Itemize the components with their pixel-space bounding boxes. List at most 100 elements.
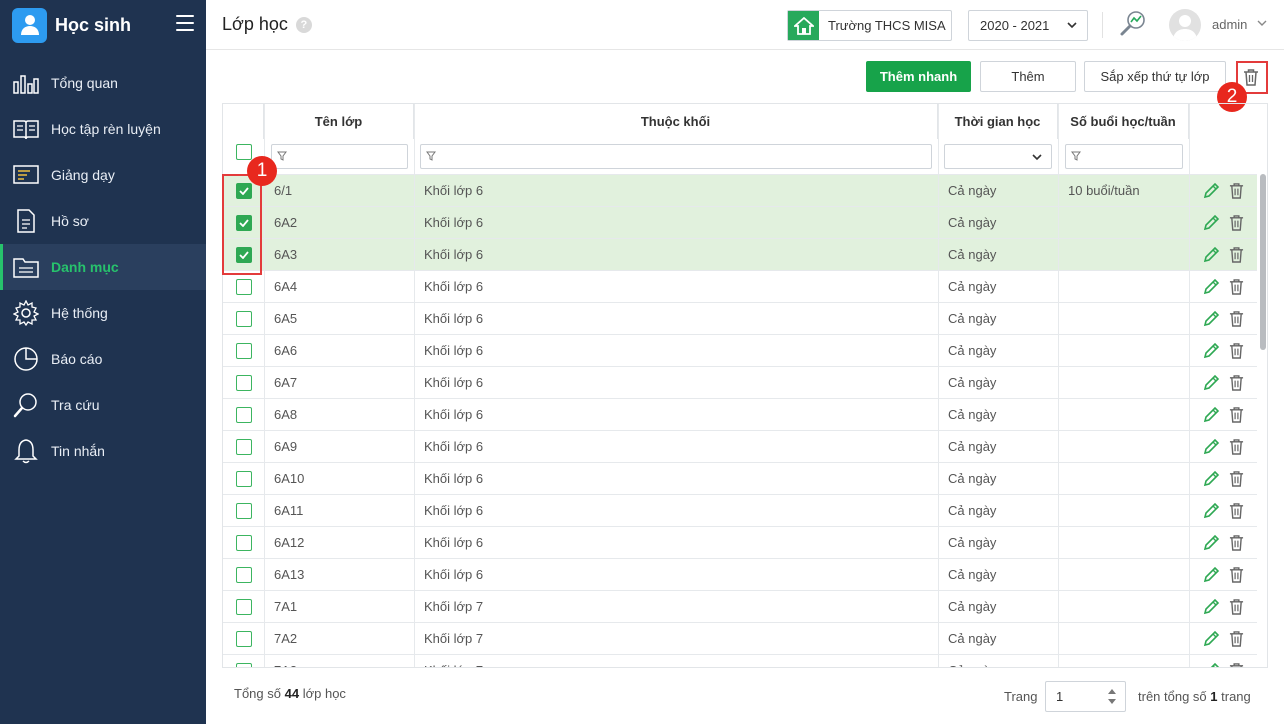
table-row[interactable]: 7A1 Khối lớp 7 Cả ngày [223,590,1257,622]
sidebar-item-2[interactable]: Giảng dạy [0,152,206,198]
table-scrollbar[interactable] [1258,174,1267,667]
trash-icon[interactable] [1229,239,1244,270]
row-checkbox[interactable] [236,438,252,455]
row-checkbox[interactable] [236,470,252,487]
sidebar-item-4[interactable]: Danh mục [0,244,206,290]
row-checkbox[interactable] [236,502,252,519]
trash-icon[interactable] [1229,335,1244,366]
trash-icon[interactable] [1229,271,1244,302]
sort-classes-button[interactable]: Sắp xếp thứ tự lớp [1084,61,1226,92]
table-row[interactable]: 7A3 Khối lớp 7 Cả ngày [223,654,1257,667]
table-row[interactable]: 6A13 Khối lớp 6 Cả ngày [223,558,1257,590]
row-checkbox[interactable] [236,662,252,667]
edit-icon[interactable] [1202,207,1220,238]
trash-icon[interactable] [1229,591,1244,622]
page-number-input[interactable]: 1 [1045,681,1126,712]
chevron-down-icon[interactable] [1256,17,1268,29]
trash-icon[interactable] [1229,431,1244,462]
add-button[interactable]: Thêm [980,61,1076,92]
row-checkbox[interactable] [236,534,252,551]
edit-icon[interactable] [1202,431,1220,462]
select-all-checkbox[interactable] [236,144,252,160]
table-row[interactable]: 6A3 Khối lớp 6 Cả ngày [223,238,1257,270]
scrollbar-thumb[interactable] [1260,174,1266,350]
caret-up-icon[interactable] [1107,688,1117,695]
table-row[interactable]: 6A6 Khối lớp 6 Cả ngày [223,334,1257,366]
row-checkbox[interactable] [236,598,252,615]
menu-toggle-icon[interactable] [176,15,194,31]
edit-icon[interactable] [1202,623,1220,654]
trash-icon[interactable] [1229,623,1244,654]
edit-icon[interactable] [1202,303,1220,334]
table-row[interactable]: 7A2 Khối lớp 7 Cả ngày [223,622,1257,654]
row-checkbox[interactable] [236,374,252,391]
avatar[interactable] [1169,9,1201,41]
table-row[interactable]: 6A9 Khối lớp 6 Cả ngày [223,430,1257,462]
filter-sessions-input[interactable] [1065,144,1183,169]
trash-icon[interactable] [1229,207,1244,238]
trash-icon[interactable] [1229,559,1244,590]
row-checkbox[interactable] [236,406,252,423]
sidebar-item-8[interactable]: Tin nhắn [0,428,206,474]
filter-name-input[interactable] [271,144,408,169]
trash-icon[interactable] [1229,655,1244,667]
trash-icon[interactable] [1229,367,1244,398]
table-row[interactable]: 6A8 Khối lớp 6 Cả ngày [223,398,1257,430]
trash-icon[interactable] [1229,463,1244,494]
trash-icon[interactable] [1229,527,1244,558]
table-row[interactable]: 6A5 Khối lớp 6 Cả ngày [223,302,1257,334]
row-checkbox[interactable] [236,566,252,583]
row-checkbox[interactable] [236,342,252,359]
column-header-grade[interactable]: Thuộc khối [414,104,938,139]
edit-icon[interactable] [1202,495,1220,526]
column-header-sessions[interactable]: Số buổi học/tuần [1058,104,1189,139]
trash-icon[interactable] [1229,175,1244,206]
table-row[interactable]: 6A4 Khối lớp 6 Cả ngày [223,270,1257,302]
column-header-name[interactable]: Tên lớp [264,104,414,139]
table-row[interactable]: 6A7 Khối lớp 6 Cả ngày [223,366,1257,398]
edit-icon[interactable] [1202,175,1220,206]
edit-icon[interactable] [1202,399,1220,430]
edit-icon[interactable] [1202,559,1220,590]
trash-icon[interactable] [1229,399,1244,430]
row-checkbox[interactable] [236,310,252,327]
trash-icon[interactable] [1229,303,1244,334]
filter-time-select[interactable] [944,144,1052,169]
row-checkbox[interactable] [236,630,252,647]
spinner-arrows[interactable] [1107,688,1117,705]
edit-icon[interactable] [1202,527,1220,558]
sidebar-item-6[interactable]: Báo cáo [0,336,206,382]
table-row[interactable]: 6A11 Khối lớp 6 Cả ngày [223,494,1257,526]
chevron-down-icon [1032,154,1042,161]
sidebar-item-7[interactable]: Tra cứu [0,382,206,428]
school-selector[interactable]: Trường THCS MISA [787,10,952,41]
edit-icon[interactable] [1202,239,1220,270]
edit-icon[interactable] [1202,367,1220,398]
table-row[interactable]: 6A10 Khối lớp 6 Cả ngày [223,462,1257,494]
school-year-select[interactable]: 2020 - 2021 [968,10,1088,41]
table-row[interactable]: 6A12 Khối lớp 6 Cả ngày [223,526,1257,558]
edit-icon[interactable] [1202,655,1220,667]
edit-icon[interactable] [1202,335,1220,366]
caret-down-icon[interactable] [1107,698,1117,705]
column-header-time[interactable]: Thời gian học [938,104,1058,139]
edit-icon[interactable] [1202,271,1220,302]
edit-icon[interactable] [1202,463,1220,494]
row-checkbox[interactable] [236,278,252,295]
sidebar-item-3[interactable]: Hồ sơ [0,198,206,244]
table-row[interactable]: 6/1 Khối lớp 6 Cả ngày 10 buổi/tuần [223,174,1257,206]
filter-grade-input[interactable] [420,144,932,169]
analytics-search-icon[interactable] [1118,9,1148,39]
user-name[interactable]: admin [1212,17,1247,32]
sidebar-item-0[interactable]: Tổng quan [0,60,206,106]
help-icon[interactable]: ? [295,16,312,33]
edit-icon[interactable] [1202,591,1220,622]
table-row[interactable]: 6A2 Khối lớp 6 Cả ngày [223,206,1257,238]
cell-name: 6A6 [274,343,298,358]
trash-icon[interactable] [1229,495,1244,526]
annotation-box-selected-rows [222,174,262,275]
page-number-value: 1 [1056,689,1064,704]
quick-add-button[interactable]: Thêm nhanh [866,61,971,92]
sidebar-item-1[interactable]: Học tập rèn luyện [0,106,206,152]
sidebar-item-5[interactable]: Hệ thống [0,290,206,336]
